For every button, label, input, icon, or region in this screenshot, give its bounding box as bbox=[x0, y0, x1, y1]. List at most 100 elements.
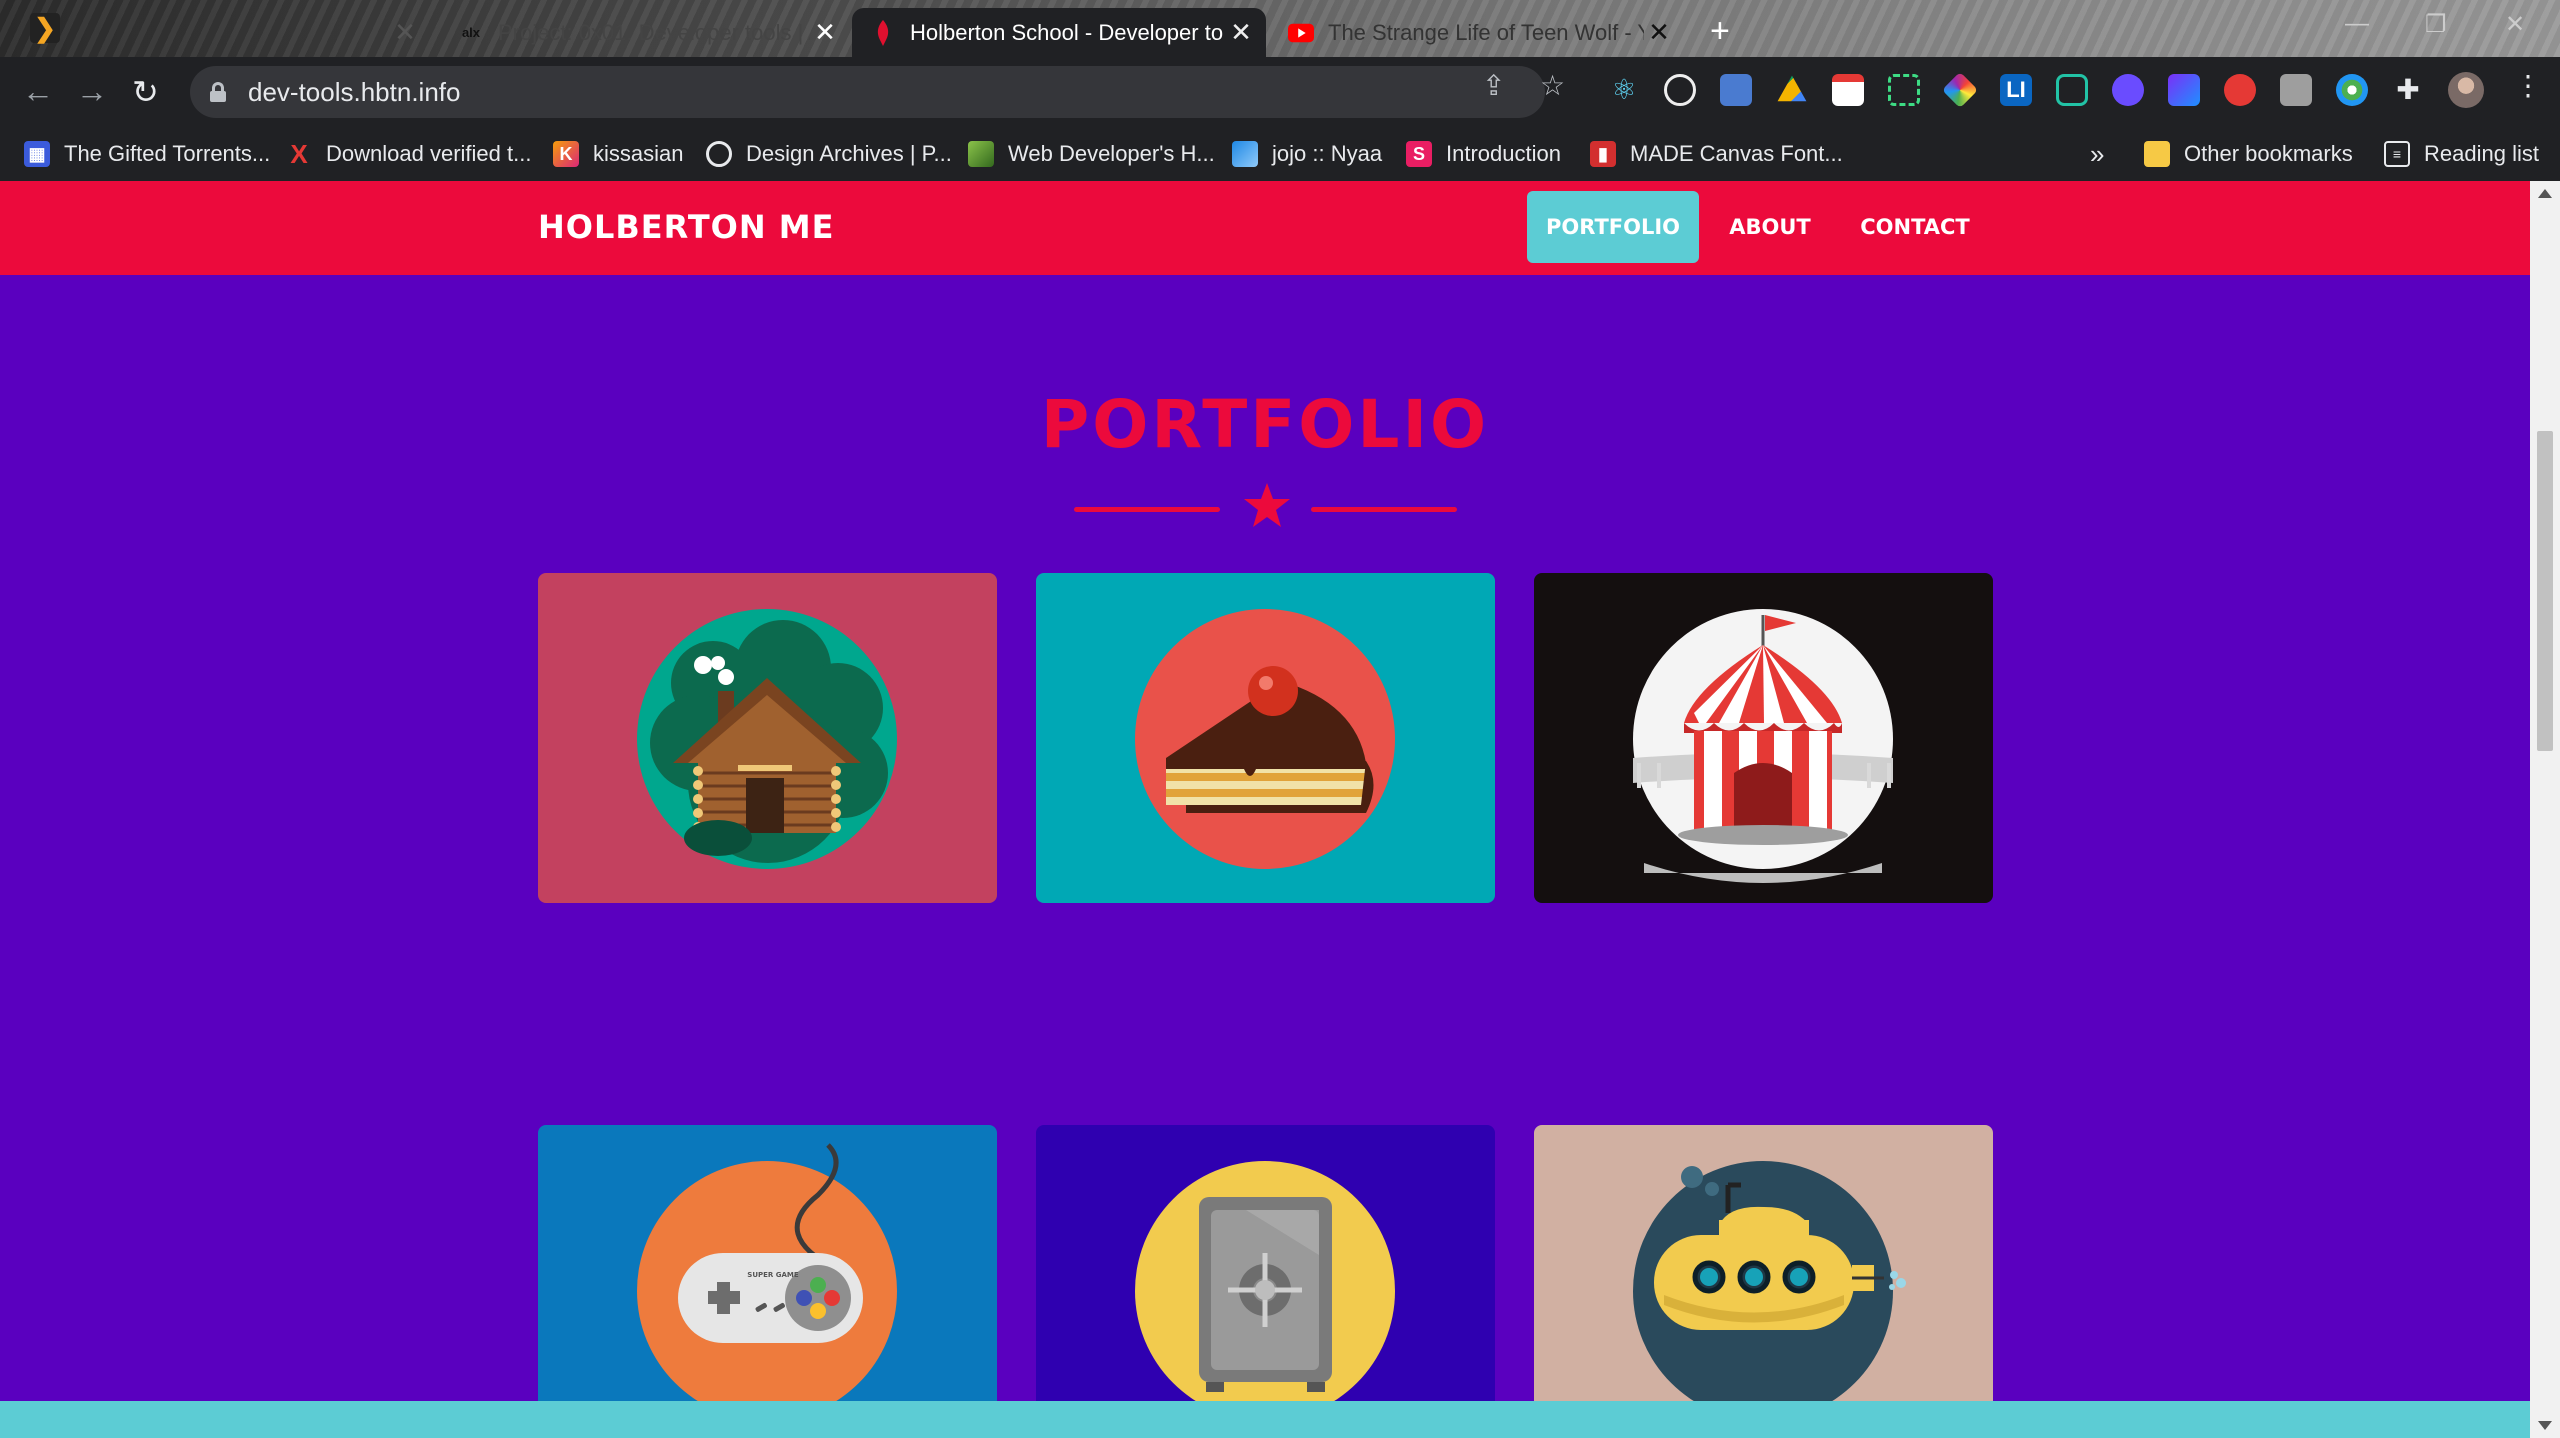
section-title: PORTFOLIO bbox=[1040, 386, 1490, 463]
tab-plex[interactable]: ✕ bbox=[100, 8, 430, 57]
scrollbar-thumb[interactable] bbox=[2537, 431, 2553, 751]
purple-extension-icon[interactable] bbox=[2112, 74, 2144, 106]
s-icon: S bbox=[1406, 141, 1432, 167]
close-icon[interactable]: ✕ bbox=[810, 17, 840, 48]
globe-extension-icon[interactable] bbox=[2336, 74, 2368, 106]
tab-youtube[interactable]: The Strange Life of Teen Wolf - Y ✕ bbox=[1270, 8, 1684, 57]
bookmark-item[interactable]: K kissasian bbox=[553, 139, 683, 169]
portfolio-item-submarine[interactable] bbox=[1534, 1125, 1993, 1438]
bookmark-item[interactable]: Web Developer's H... bbox=[968, 139, 1215, 169]
portfolio-item-safe[interactable] bbox=[1036, 1125, 1495, 1438]
gray-extension-icon[interactable] bbox=[2280, 74, 2312, 106]
menu-kebab-icon[interactable]: ⋮ bbox=[2514, 69, 2542, 102]
tab-title: Project: 0x01. Developer tools | A bbox=[498, 19, 810, 45]
nav-portfolio[interactable]: PORTFOLIO bbox=[1527, 191, 1699, 263]
tab-alx-project[interactable]: alx Project: 0x01. Developer tools | A ✕ bbox=[440, 8, 850, 57]
portfolio-item-cabin[interactable] bbox=[538, 573, 997, 903]
bookmark-item[interactable]: ▮ MADE Canvas Font... bbox=[1590, 139, 1843, 169]
portfolio-item-circus[interactable] bbox=[1534, 573, 1993, 903]
cabin-icon bbox=[637, 609, 897, 869]
game-controller-icon: SUPER GAME bbox=[637, 1143, 897, 1421]
extensions-puzzle-icon[interactable]: ✚ bbox=[2392, 74, 2424, 106]
page-viewport: HOLBERTON ME PORTFOLIO ABOUT CONTACT POR… bbox=[0, 181, 2560, 1438]
nyaa-icon bbox=[1232, 141, 1258, 167]
nav-contact[interactable]: CONTACT bbox=[1842, 191, 1988, 263]
react-devtools-icon[interactable]: ⚛ bbox=[1608, 74, 1640, 106]
hex-extension-icon[interactable] bbox=[2056, 74, 2088, 106]
minimize-button[interactable]: — bbox=[2345, 10, 2369, 38]
stop-extension-icon[interactable] bbox=[2224, 74, 2256, 106]
close-icon[interactable]: ✕ bbox=[1644, 17, 1674, 48]
youtube-icon bbox=[1288, 20, 1314, 46]
scroll-down-arrow-icon[interactable] bbox=[2538, 1421, 2552, 1430]
divider-line-left bbox=[1074, 507, 1220, 512]
scrollbar[interactable] bbox=[2530, 181, 2560, 1438]
x-icon: X bbox=[290, 138, 308, 169]
target-extension-icon[interactable] bbox=[1664, 74, 1696, 106]
url-text: dev-tools.hbtn.info bbox=[248, 76, 461, 107]
bookmarks-bar: ▦ The Gifted Torrents... X Download veri… bbox=[0, 127, 2560, 181]
divider-line-right bbox=[1311, 507, 1457, 512]
tab-holberton-active[interactable]: Holberton School - Developer to ✕ bbox=[852, 8, 1266, 57]
portfolio-item-game-controller[interactable]: SUPER GAME bbox=[538, 1125, 997, 1438]
bookmark-label: Web Developer's H... bbox=[1008, 141, 1215, 166]
maximize-button[interactable]: ❐ bbox=[2425, 10, 2447, 39]
bookmark-star-icon[interactable]: ☆ bbox=[1540, 69, 1565, 102]
back-button[interactable]: ← bbox=[22, 73, 54, 110]
bookmarks-overflow-button[interactable]: » bbox=[2090, 139, 2104, 169]
reading-list-button[interactable]: ≡ Reading list bbox=[2384, 139, 2539, 169]
bookmark-label: The Gifted Torrents... bbox=[64, 141, 271, 166]
linkedin-extension-icon[interactable]: LI bbox=[2000, 74, 2032, 106]
cake-icon bbox=[1135, 609, 1395, 869]
submarine-icon bbox=[1633, 1161, 1906, 1421]
bookmark-label: MADE Canvas Font... bbox=[1630, 141, 1843, 166]
circus-tent-icon bbox=[1633, 609, 1893, 883]
drive-extension-icon[interactable] bbox=[1777, 75, 1807, 102]
grid-extension-icon[interactable] bbox=[2168, 74, 2200, 106]
scroll-up-arrow-icon[interactable] bbox=[2538, 189, 2552, 198]
tab-title: Holberton School - Developer to bbox=[910, 19, 1224, 45]
bookmark-label: Introduction bbox=[1446, 141, 1561, 166]
screenshot-extension-icon[interactable] bbox=[1888, 74, 1920, 106]
bookmark-label: Download verified t... bbox=[326, 141, 532, 166]
site-header: HOLBERTON ME PORTFOLIO ABOUT CONTACT bbox=[0, 181, 2530, 275]
address-bar[interactable]: dev-tools.hbtn.info bbox=[190, 66, 1545, 118]
controller-label: SUPER GAME bbox=[747, 1271, 799, 1279]
profile-avatar[interactable] bbox=[2448, 72, 2484, 108]
bookmark-item[interactable]: jojo :: Nyaa bbox=[1232, 139, 1382, 169]
notes-extension-icon[interactable] bbox=[1832, 74, 1864, 106]
share-icon[interactable]: ⇪ bbox=[1482, 69, 1505, 102]
bookmark-item[interactable]: Design Archives | P... bbox=[706, 139, 952, 169]
close-icon[interactable]: ✕ bbox=[390, 17, 420, 48]
folder-icon bbox=[2144, 141, 2170, 167]
browser-toolbar: ← → ↻ dev-tools.hbtn.info ⇪ ☆ ⚛ LI ✚ ⋮ bbox=[0, 57, 2560, 127]
web-dev-icon bbox=[968, 141, 994, 167]
new-tab-button[interactable]: + bbox=[1710, 12, 1730, 51]
lock-icon[interactable] bbox=[210, 82, 226, 102]
close-window-button[interactable]: ✕ bbox=[2505, 10, 2525, 39]
bookmark-label: Other bookmarks bbox=[2184, 141, 2353, 166]
star-icon bbox=[1244, 483, 1290, 527]
plex-icon[interactable]: ❯ bbox=[30, 13, 60, 43]
translate-extension-icon[interactable] bbox=[1720, 74, 1752, 106]
bookmark-label: kissasian bbox=[593, 141, 684, 166]
reading-list-icon: ≡ bbox=[2384, 141, 2410, 167]
footer-band bbox=[0, 1401, 2530, 1438]
tab-title: The Strange Life of Teen Wolf - Y bbox=[1328, 19, 1644, 45]
forward-button[interactable]: → bbox=[76, 73, 108, 110]
bookmark-item[interactable]: S Introduction bbox=[1406, 139, 1561, 169]
bookmark-item[interactable]: X Download verified t... bbox=[286, 139, 531, 169]
alx-icon: alx bbox=[461, 25, 481, 40]
k-icon: K bbox=[553, 141, 579, 167]
close-icon[interactable]: ✕ bbox=[1226, 17, 1256, 48]
portfolio-item-cake[interactable] bbox=[1036, 573, 1495, 903]
nav-about[interactable]: ABOUT bbox=[1710, 191, 1830, 263]
made-icon: ▮ bbox=[1590, 141, 1616, 167]
bookmark-item[interactable]: ▦ The Gifted Torrents... bbox=[24, 139, 270, 169]
other-bookmarks-folder[interactable]: Other bookmarks bbox=[2144, 139, 2353, 169]
browser-tab-strip: ❯ ✕ alx Project: 0x01. Developer tools |… bbox=[0, 0, 2560, 57]
reload-button[interactable]: ↻ bbox=[132, 73, 159, 111]
safe-icon bbox=[1135, 1161, 1395, 1421]
site-brand[interactable]: HOLBERTON ME bbox=[538, 208, 834, 246]
colorpick-extension-icon[interactable] bbox=[1941, 71, 1979, 109]
